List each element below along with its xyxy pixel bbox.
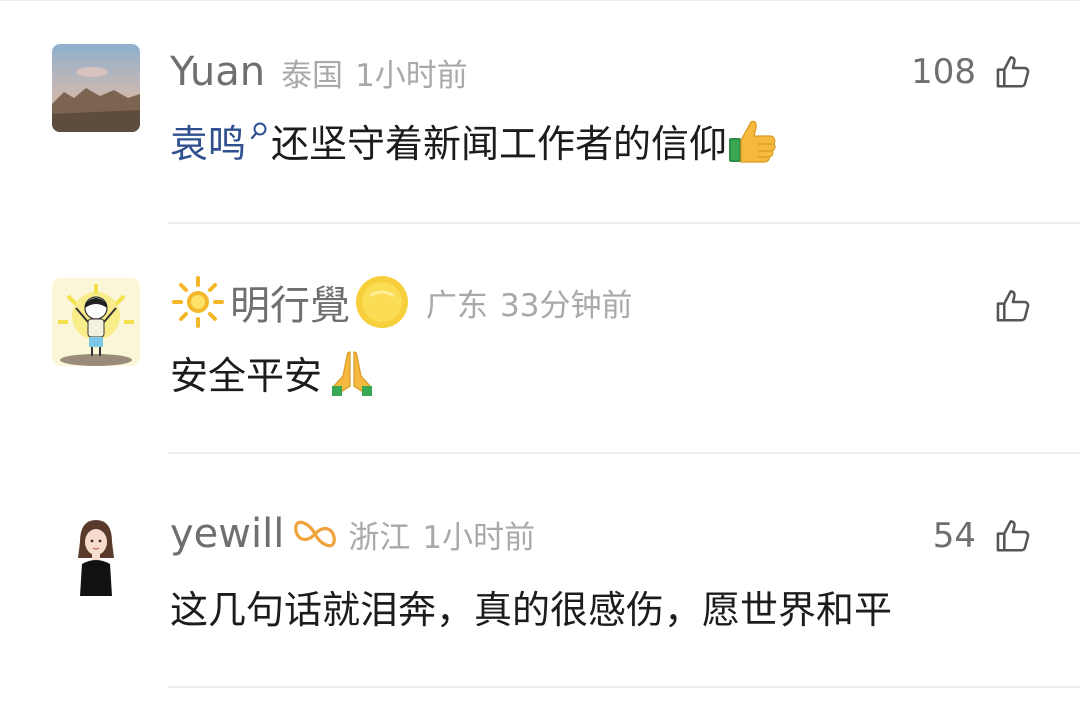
comment-header: yewill 浙江 1小时前 <box>170 504 535 564</box>
like-count: 108 <box>911 52 976 92</box>
comment-item: Yuan 泰国 1小时前 108 袁鸣 还坚守着新闻工作者的信仰 <box>0 0 1080 222</box>
thumbs-up-outline-icon <box>996 56 1030 88</box>
avatar[interactable] <box>52 278 140 366</box>
comment-meta: 广东 33分钟前 <box>426 280 632 325</box>
comment-header: 明行覺 广东 33分钟前 <box>170 272 632 332</box>
username[interactable]: 明行覺 <box>230 273 350 331</box>
mention-link[interactable]: 袁鸣 <box>170 113 246 168</box>
timestamp: 1小时前 <box>355 57 468 94</box>
comment-text: 这几句话就泪奔，真的很感伤，愿世界和平 <box>170 576 892 636</box>
search-icon[interactable] <box>249 121 269 145</box>
avatar[interactable] <box>52 44 140 132</box>
like-button[interactable]: 54 <box>933 506 1032 566</box>
avatar-portrait-image <box>52 512 140 600</box>
comment-text: 袁鸣 还坚守着新闻工作者的信仰 <box>170 110 779 170</box>
comment-body: 这几句话就泪奔，真的很感伤，愿世界和平 <box>170 587 893 632</box>
comment-meta: 浙江 1小时前 <box>348 512 535 557</box>
comment-body: 安全平安 <box>170 353 323 398</box>
location-label: 浙江 <box>348 519 411 556</box>
praying-hands-emoji-icon <box>332 351 373 396</box>
comment-meta: 泰国 1小时前 <box>281 50 468 95</box>
like-button[interactable]: 108 <box>911 42 1032 102</box>
location-label: 泰国 <box>281 57 344 94</box>
like-button[interactable] <box>994 276 1032 336</box>
location-label: 广东 <box>426 287 488 324</box>
comment-item: yewill 浙江 1小时前 54 这几句话就泪奔，真的很感伤，愿世界和平 <box>0 454 1080 688</box>
infinity-badge-icon <box>294 520 337 548</box>
comment-header: Yuan 泰国 1小时前 <box>170 42 468 102</box>
thumbs-up-outline-icon <box>996 520 1030 552</box>
thumbs-up-outline-icon <box>996 290 1030 322</box>
thumbs-up-emoji-icon <box>729 120 776 163</box>
gold-circle-icon <box>356 276 408 328</box>
comment-text: 安全平安 <box>170 342 378 402</box>
timestamp: 33分钟前 <box>500 287 633 324</box>
like-count: 54 <box>932 516 976 556</box>
avatar-landscape-image <box>52 44 140 132</box>
username[interactable]: Yuan <box>170 49 265 95</box>
comment-body: 还坚守着新闻工作者的信仰 <box>271 121 728 166</box>
avatar-cartoon-image <box>52 278 140 366</box>
comment-divider <box>168 686 1080 688</box>
username[interactable]: yewill <box>170 511 284 557</box>
comment-item: 明行覺 广东 33分钟前 安全平安 <box>0 224 1080 452</box>
sun-icon <box>172 276 224 328</box>
avatar[interactable] <box>52 512 140 600</box>
timestamp: 1小时前 <box>422 519 536 556</box>
